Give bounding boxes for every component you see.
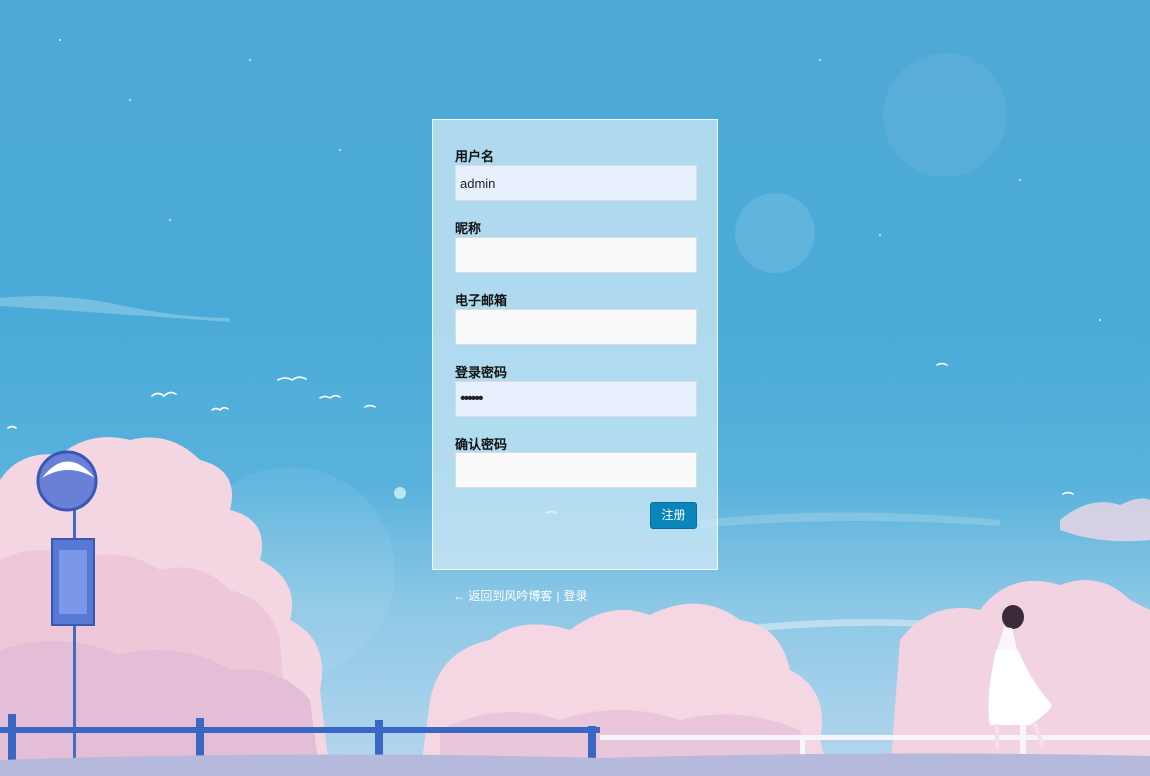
password-label: 登录密码 [455, 365, 508, 380]
password-input[interactable] [455, 381, 697, 417]
login-link[interactable]: 登录 [563, 589, 587, 603]
username-input[interactable] [455, 165, 697, 201]
email-label: 电子邮箱 [455, 293, 508, 308]
nickname-label: 昵称 [455, 221, 482, 236]
username-label: 用户名 [455, 149, 495, 164]
register-button[interactable]: 注册 [650, 502, 697, 529]
link-separator: | [556, 589, 560, 603]
footer-links: ← 返回到风吟博客 | 登录 [453, 587, 587, 604]
confirm-password-label: 确认密码 [455, 437, 508, 452]
email-input[interactable] [455, 309, 697, 345]
nickname-input[interactable] [455, 237, 697, 273]
register-form-panel: 用户名 昵称 电子邮箱 登录密码 确认密码 注册 [432, 119, 718, 570]
confirm-password-input[interactable] [455, 452, 697, 488]
back-to-blog-link[interactable]: ← 返回到风吟博客 [453, 589, 552, 603]
